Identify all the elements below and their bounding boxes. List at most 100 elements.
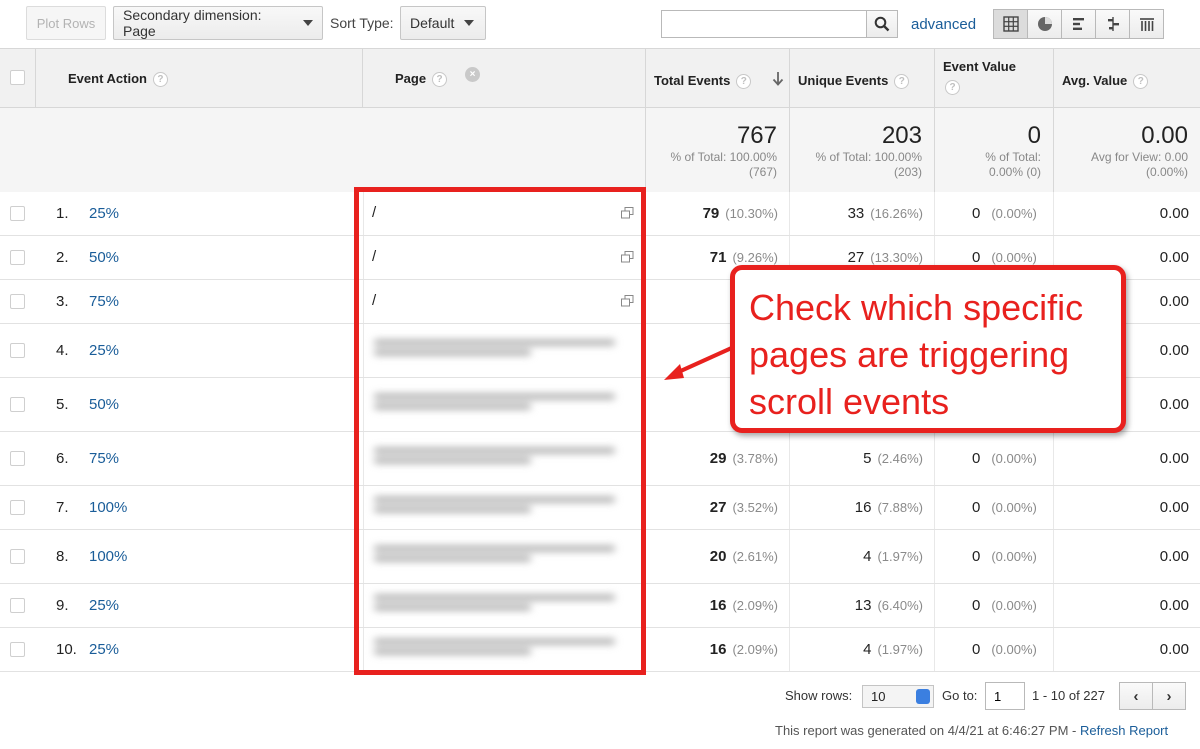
row-checkbox[interactable]	[10, 451, 25, 466]
event-action-link[interactable]: 75%	[89, 450, 119, 467]
sort-type-label: Sort Type:	[330, 15, 394, 31]
event-action-link[interactable]: 50%	[89, 249, 119, 266]
event-action-link[interactable]: 25%	[89, 597, 119, 614]
avg-value-value: 0.00	[1159, 548, 1189, 565]
help-icon[interactable]: ?	[736, 74, 752, 90]
header-avg-value[interactable]: Avg. Value?	[1054, 48, 1200, 108]
goto-page-input[interactable]	[985, 682, 1025, 710]
remove-dimension-icon[interactable]: ×	[465, 67, 480, 82]
total-events-pct: (9.26%)	[732, 250, 778, 265]
avg-value-value: 0.00	[1159, 249, 1189, 266]
total-events-pct: (2.61%)	[732, 549, 778, 564]
event-action-link[interactable]: 25%	[89, 205, 119, 222]
row-checkbox[interactable]	[10, 642, 25, 657]
event-action-link[interactable]: 25%	[89, 641, 119, 658]
help-icon[interactable]: ?	[152, 72, 168, 88]
avg-value-cell: 0.00	[1054, 192, 1200, 235]
avg-value-value: 0.00	[1159, 342, 1189, 359]
next-page-button[interactable]: ›	[1152, 682, 1186, 710]
performance-view-button[interactable]	[1061, 9, 1096, 39]
view-switcher	[993, 9, 1164, 39]
refresh-report-link[interactable]: Refresh Report	[1080, 723, 1168, 738]
row-checkbox[interactable]	[10, 294, 25, 309]
help-icon[interactable]: ?	[945, 80, 960, 95]
totals-total-events: 767 % of Total: 100.00% (767)	[646, 108, 790, 193]
plot-rows-button[interactable]: Plot Rows	[26, 6, 106, 40]
row-number: 2.	[56, 249, 69, 266]
select-all-checkbox[interactable]	[10, 70, 25, 85]
header-page[interactable]: Page? ×	[363, 48, 646, 108]
row-checkbox[interactable]	[10, 250, 25, 265]
search-button[interactable]	[866, 10, 898, 38]
pie-view-button[interactable]	[1027, 9, 1062, 39]
comparison-view-button[interactable]	[1095, 9, 1130, 39]
avg-value-cell: 0.00	[1054, 432, 1200, 485]
row-number: 6.	[56, 450, 69, 467]
event-action-link[interactable]: 25%	[89, 342, 119, 359]
row-checkbox[interactable]	[10, 343, 25, 358]
show-rows-select[interactable]: 10	[862, 685, 934, 708]
event-value-cell: 0 (0.00%)	[935, 486, 1054, 529]
event-value-cell: 0 (0.00%)	[935, 584, 1054, 627]
event-value-value: 0	[972, 499, 981, 516]
total-events-value: 29	[709, 450, 727, 467]
previous-page-button[interactable]: ‹	[1119, 682, 1153, 710]
unique-events-value: 5	[863, 450, 872, 467]
event-value-pct: (0.00%)	[991, 500, 1037, 515]
table-view-button[interactable]	[993, 9, 1028, 39]
unique-events-cell: 4 (1.97%)	[790, 628, 935, 671]
secondary-dimension-dropdown[interactable]: Secondary dimension: Page	[113, 6, 323, 40]
event-action-link[interactable]: 50%	[89, 396, 119, 413]
header-event-value[interactable]: Event Value ?	[935, 48, 1054, 108]
select-spinner-icon	[916, 689, 930, 704]
goto-label: Go to:	[942, 688, 978, 703]
total-events-value: 79	[702, 205, 720, 222]
header-select-all-cell	[0, 48, 36, 108]
total-events-pct: (3.78%)	[732, 451, 778, 466]
row-number: 3.	[56, 293, 69, 310]
header-unique-events[interactable]: Unique Events?	[790, 48, 935, 108]
avg-value-value: 0.00	[1159, 597, 1189, 614]
sort-descending-arrow-icon[interactable]	[772, 71, 784, 86]
event-action-link[interactable]: 75%	[89, 293, 119, 310]
unique-events-pct: (16.26%)	[870, 206, 923, 221]
row-checkbox[interactable]	[10, 500, 25, 515]
avg-value-value: 0.00	[1159, 293, 1189, 310]
event-value-value: 0	[972, 597, 981, 614]
total-events-cell: 20 (2.61%)	[646, 530, 790, 583]
unique-events-value: 16	[854, 499, 872, 516]
chevron-right-icon: ›	[1166, 687, 1172, 705]
bar-list-icon	[1072, 18, 1084, 30]
pivot-view-button[interactable]	[1129, 9, 1164, 39]
event-value-value: 0	[972, 641, 981, 658]
avg-value-cell: 0.00	[1054, 486, 1200, 529]
help-icon[interactable]: ?	[1133, 74, 1149, 90]
unique-events-pct: (13.30%)	[870, 250, 923, 265]
header-event-action[interactable]: Event Action?	[36, 48, 363, 108]
sort-type-dropdown[interactable]: Default	[400, 6, 486, 40]
annotation-text: Check which specific pages are triggerin…	[749, 287, 1084, 422]
row-checkbox[interactable]	[10, 206, 25, 221]
total-events-value: 71	[709, 249, 727, 266]
advanced-filter-link[interactable]: advanced	[911, 16, 976, 33]
totals-total-events-value: 767	[736, 122, 777, 149]
table-search-input[interactable]	[661, 10, 867, 38]
row-checkbox[interactable]	[10, 598, 25, 613]
help-icon[interactable]: ?	[432, 72, 448, 88]
total-events-pct: (2.09%)	[732, 642, 778, 657]
unique-events-cell: 16 (7.88%)	[790, 486, 935, 529]
header-event-action-label: Event Action	[68, 71, 147, 86]
header-unique-events-label: Unique Events	[798, 73, 889, 88]
show-rows-label: Show rows:	[785, 688, 853, 703]
event-action-link[interactable]: 100%	[89, 548, 127, 565]
row-number: 10.	[56, 641, 77, 658]
header-total-events[interactable]: Total Events?	[646, 48, 790, 108]
totals-avg-value-label: Avg for View: 0.00	[1091, 150, 1188, 164]
row-checkbox[interactable]	[10, 549, 25, 564]
unique-events-value: 4	[863, 548, 872, 565]
unique-events-value: 13	[854, 597, 872, 614]
help-icon[interactable]: ?	[894, 74, 910, 90]
event-action-link[interactable]: 100%	[89, 499, 127, 516]
row-number: 8.	[56, 548, 69, 565]
row-checkbox[interactable]	[10, 397, 25, 412]
